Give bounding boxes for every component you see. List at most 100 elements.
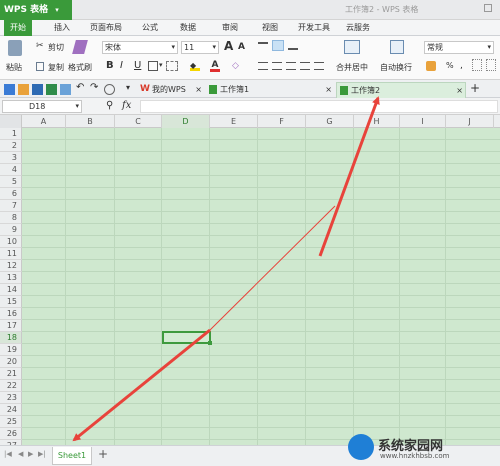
column-header-H[interactable]: H (354, 115, 400, 128)
row-header-22[interactable]: 22 (0, 380, 22, 392)
find-icon[interactable] (104, 84, 115, 95)
sheet-tab-sheet1[interactable]: Sheet1 (52, 447, 92, 465)
row-header-24[interactable]: 24 (0, 404, 22, 416)
border-icon[interactable] (148, 61, 158, 71)
row-header-8[interactable]: 8 (0, 212, 22, 224)
paste-button[interactable]: 粘贴 (6, 62, 22, 73)
italic-button[interactable]: I (120, 60, 123, 71)
tab-cloud[interactable]: 云服务 (346, 20, 370, 36)
row-header-10[interactable]: 10 (0, 236, 22, 248)
decrease-decimal-icon[interactable] (486, 59, 496, 71)
row-header-3[interactable]: 3 (0, 152, 22, 164)
tab-formula[interactable]: 公式 (142, 20, 158, 36)
zoom-magnifier-icon[interactable]: ⚲ (106, 100, 113, 111)
row-header-17[interactable]: 17 (0, 320, 22, 332)
row-header-14[interactable]: 14 (0, 284, 22, 296)
selected-cell-D18[interactable] (162, 331, 212, 345)
underline-button[interactable]: U (134, 60, 141, 71)
row-header-15[interactable]: 15 (0, 296, 22, 308)
tab-data[interactable]: 数据 (180, 20, 196, 36)
justify-icon[interactable] (300, 62, 310, 70)
number-format-select[interactable]: 常规 ▾ (424, 41, 494, 54)
close-icon[interactable]: × (195, 82, 202, 97)
row-header-6[interactable]: 6 (0, 188, 22, 200)
row-header-16[interactable]: 16 (0, 308, 22, 320)
print-icon[interactable] (46, 84, 57, 95)
increase-decimal-icon[interactable] (472, 59, 482, 71)
font-shrink-button[interactable]: A (238, 42, 245, 52)
more-borders-icon[interactable] (166, 61, 178, 71)
thousands-separator-icon[interactable]: , (460, 61, 463, 71)
row-header-21[interactable]: 21 (0, 368, 22, 380)
row-header-18[interactable]: 18 (0, 332, 22, 344)
row-header-12[interactable]: 12 (0, 260, 22, 272)
first-sheet-icon[interactable]: |◀ (4, 450, 12, 458)
row-header-19[interactable]: 19 (0, 344, 22, 356)
tab-review[interactable]: 审阅 (222, 20, 238, 36)
doc-tab-home[interactable]: W 我的WPS × (138, 82, 204, 98)
column-header-G[interactable]: G (306, 115, 354, 128)
row-header-25[interactable]: 25 (0, 416, 22, 428)
fx-button[interactable]: fx (122, 100, 131, 111)
last-sheet-icon[interactable]: ▶| (38, 450, 46, 458)
select-all-corner[interactable] (0, 115, 22, 128)
redo-icon[interactable]: ↷ (90, 82, 98, 93)
formula-input[interactable] (140, 100, 498, 113)
row-header-13[interactable]: 13 (0, 272, 22, 284)
row-header-5[interactable]: 5 (0, 176, 22, 188)
align-top-icon[interactable] (258, 42, 268, 50)
align-center-icon[interactable] (272, 62, 282, 70)
print-preview-icon[interactable] (60, 84, 71, 95)
align-right-icon[interactable] (286, 62, 296, 70)
paste-icon[interactable] (8, 40, 22, 56)
tab-page-layout[interactable]: 页面布局 (90, 20, 122, 36)
font-name-select[interactable]: 宋体 ▾ (102, 41, 178, 54)
close-icon[interactable]: × (325, 82, 332, 97)
prev-sheet-icon[interactable]: ◀ (18, 450, 23, 458)
tab-view[interactable]: 视图 (262, 20, 278, 36)
currency-icon[interactable] (426, 61, 436, 71)
align-left-icon[interactable] (258, 62, 268, 70)
column-header-E[interactable]: E (210, 115, 258, 128)
spreadsheet-grid[interactable]: ABCDEFGHIJ 1 2 3 4 5 6 7 8 9 10 11 12 13 14 15 16 17 18 19… (0, 115, 500, 445)
undo-icon[interactable]: ↶ (76, 82, 84, 93)
row-header-1[interactable]: 1 (0, 128, 22, 140)
open-folder-icon[interactable] (18, 84, 29, 95)
row-header-7[interactable]: 7 (0, 200, 22, 212)
cut-button[interactable]: 剪切 (48, 42, 64, 53)
next-sheet-icon[interactable]: ▶ (28, 450, 33, 458)
bold-button[interactable]: B (106, 60, 114, 71)
align-middle-icon[interactable] (272, 40, 284, 51)
tab-start[interactable]: 开始 (4, 20, 32, 36)
doc-tab-book1[interactable]: 工作簿1 × (206, 82, 334, 98)
wrap-text-icon[interactable] (390, 40, 404, 54)
column-header-D[interactable]: D (162, 115, 210, 128)
copy-button[interactable]: 复制 (48, 62, 64, 73)
row-header-26[interactable]: 26 (0, 428, 22, 440)
minimize-icon[interactable] (484, 4, 492, 12)
merge-center-button[interactable]: 合并居中 (336, 62, 368, 73)
fill-handle[interactable] (208, 341, 212, 345)
row-header-11[interactable]: 11 (0, 248, 22, 260)
app-menu-button[interactable]: WPS 表格 ▾ (0, 0, 72, 20)
font-size-select[interactable]: 11 ▾ (181, 41, 219, 54)
column-header-A[interactable]: A (22, 115, 66, 128)
row-header-2[interactable]: 2 (0, 140, 22, 152)
new-tab-plus-icon[interactable]: + (470, 81, 480, 95)
distributed-icon[interactable] (314, 62, 324, 70)
column-header-J[interactable]: J (446, 115, 494, 128)
wrap-text-button[interactable]: 自动换行 (380, 62, 412, 73)
column-header-I[interactable]: I (400, 115, 446, 128)
align-bottom-icon[interactable] (288, 42, 298, 50)
fill-color-icon[interactable]: ◆ (190, 61, 200, 71)
close-icon[interactable]: × (456, 83, 463, 98)
tab-developer[interactable]: 开发工具 (298, 20, 330, 36)
column-header-B[interactable]: B (66, 115, 115, 128)
tab-insert[interactable]: 插入 (54, 20, 70, 36)
add-sheet-plus-icon[interactable]: + (98, 447, 108, 461)
row-header-23[interactable]: 23 (0, 392, 22, 404)
row-header-9[interactable]: 9 (0, 224, 22, 236)
doc-tab-book2[interactable]: 工作簿2 × (336, 82, 466, 98)
clear-format-icon[interactable]: ◇ (232, 61, 239, 71)
percent-button[interactable]: % (446, 61, 454, 70)
